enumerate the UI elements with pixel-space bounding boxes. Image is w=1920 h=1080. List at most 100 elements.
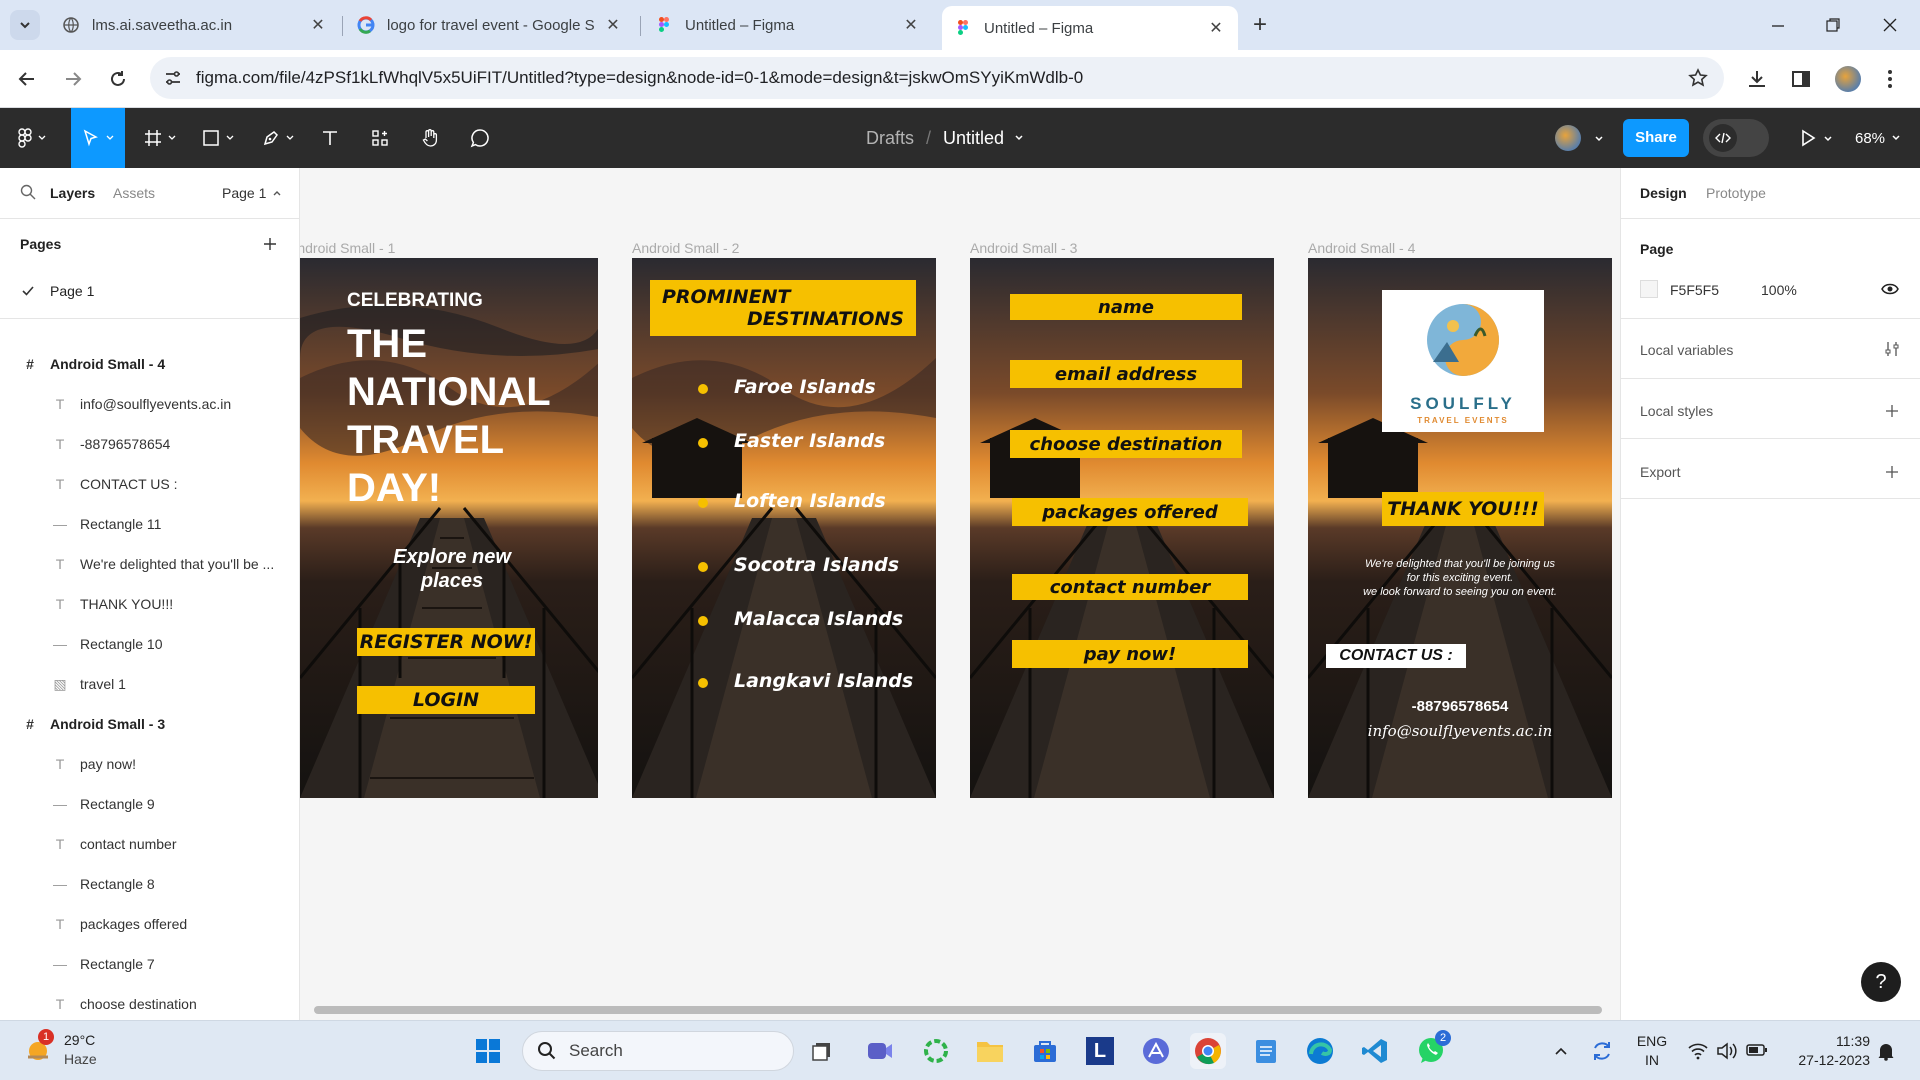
local-variables-label[interactable]: Local variables [1640,342,1733,358]
back-button[interactable] [12,64,42,94]
file-name[interactable]: Untitled [943,128,1004,149]
new-tab-button[interactable]: + [1245,10,1275,40]
layer-item[interactable]: Tchoose destination [0,984,299,1020]
task-view-icon[interactable] [804,1033,840,1069]
layer-item[interactable]: — Rectangle 7 [0,944,299,984]
headline-national[interactable]: NATIONAL [347,368,551,416]
teams-meet-icon[interactable] [862,1033,898,1069]
frame-android-small-4[interactable]: SOULFLY TRAVEL EVENTS THANK YOU!!! We're… [1308,258,1612,798]
restore-icon[interactable] [1825,17,1841,33]
layer-item[interactable]: Tpay now! [0,744,299,784]
headline-travel[interactable]: TRAVEL [347,416,504,464]
clock[interactable]: 11:39 27-12-2023 [1780,1032,1870,1070]
email-address[interactable]: info@soulflyevents.ac.in [1308,722,1612,740]
page-color-opacity[interactable]: 100% [1761,282,1797,298]
login-button[interactable]: LOGIN [357,686,535,714]
layer-item[interactable]: T We're delighted that you'll be ... [0,544,299,584]
celebrating-text[interactable]: CELEBRATING [347,290,483,312]
browser-tab-figma-active[interactable]: Untitled – Figma ✕ [942,6,1238,50]
local-styles-label[interactable]: Local styles [1640,403,1713,419]
notification-bell-icon[interactable] [1876,1041,1896,1061]
island-name[interactable]: Langkavi Islands [734,670,913,692]
wifi-icon[interactable] [1688,1041,1708,1061]
island-name[interactable]: Faroe Islands [734,376,876,398]
contact-us-label[interactable]: CONTACT US : [1326,644,1466,668]
browser-tab-lms[interactable]: lms.ai.saveetha.ac.in ✕ [50,8,340,42]
add-export-icon[interactable] [1884,464,1900,480]
chrome-icon[interactable] [1190,1033,1226,1069]
main-menu-button[interactable] [10,108,54,168]
page-color-hex[interactable]: F5F5F5 [1670,282,1719,298]
headline-day[interactable]: DAY! [347,464,441,512]
resources-tool-button[interactable] [362,108,398,168]
horizontal-scrollbar[interactable] [314,1006,1602,1014]
island-name[interactable]: Malacca Islands [734,608,903,630]
volume-icon[interactable] [1716,1041,1738,1061]
export-label[interactable]: Export [1640,464,1680,480]
layer-item[interactable]: Tinfo@soulflyevents.ac.in [0,384,299,424]
destinations-title-banner[interactable]: PROMINENT DESTINATIONS [650,280,916,336]
layer-item[interactable]: T -88796578654 [0,424,299,464]
search-icon[interactable] [20,184,36,200]
vpn-app-icon[interactable] [1138,1033,1174,1069]
text-tool-button[interactable] [312,108,348,168]
tray-overflow-chevron-icon[interactable] [1553,1043,1569,1059]
l-app-icon[interactable]: L [1082,1033,1118,1069]
comment-tool-button[interactable] [462,108,498,168]
field-email-address[interactable]: email address [1010,360,1242,388]
close-tab-icon[interactable]: ✕ [308,15,328,35]
page-item-page-1[interactable]: Page 1 [0,273,299,309]
help-button[interactable]: ? [1861,962,1901,1002]
hand-tool-button[interactable] [412,108,448,168]
browser-tab-google[interactable]: logo for travel event - Google S ✕ [345,8,635,42]
close-tab-icon[interactable]: ✕ [901,15,921,35]
layer-item[interactable]: — Rectangle 8 [0,864,299,904]
layer-item[interactable]: — Rectangle 11 [0,504,299,544]
frame-label[interactable]: Android Small - 2 [632,240,739,256]
tab-assets[interactable]: Assets [113,185,155,201]
add-style-icon[interactable] [1884,403,1900,419]
message-line-1[interactable]: We're delighted that you'll be joining u… [1308,558,1612,570]
file-explorer-icon[interactable] [972,1033,1008,1069]
site-settings-icon[interactable] [164,69,182,87]
url-input[interactable]: figma.com/file/4zPSf1kLfWhqlV5x5UiFIT/Un… [150,57,1724,99]
present-play-icon[interactable] [1799,129,1817,147]
layer-item[interactable]: — Rectangle 10 [0,624,299,664]
field-contact-number[interactable]: contact number [1012,574,1248,600]
message-line-3[interactable]: we look forward to seeing you on event. [1308,586,1612,598]
collaborator-avatar[interactable] [1555,125,1581,151]
layer-item[interactable]: T THANK YOU!!! [0,584,299,624]
bookmark-star-icon[interactable] [1688,68,1708,88]
island-name[interactable]: Loften Islands [734,490,886,512]
tab-prototype[interactable]: Prototype [1706,185,1766,201]
frame-label[interactable]: Android Small - 1 [300,240,395,256]
more-menu-icon[interactable] [1886,68,1894,90]
soulfly-logo[interactable]: SOULFLY TRAVEL EVENTS [1382,290,1544,432]
dev-mode-toggle[interactable] [1703,119,1769,157]
layer-item[interactable]: Tpackages offered [0,904,299,944]
reload-button[interactable] [103,64,133,94]
move-tool-button[interactable] [71,108,125,168]
frame-tool-button[interactable] [138,108,182,168]
island-name[interactable]: Socotra Islands [734,554,899,576]
share-button[interactable]: Share [1623,119,1689,157]
profile-avatar[interactable] [1835,66,1861,92]
phone-number[interactable]: -88796578654 [1308,698,1612,715]
notepad-icon[interactable] [1248,1033,1284,1069]
download-icon[interactable] [1746,68,1768,90]
places-text[interactable]: places [300,570,598,593]
sync-icon[interactable] [1590,1039,1614,1063]
weather-widget[interactable]: 1 29°C Haze [20,1029,130,1073]
field-choose-destination[interactable]: choose destination [1010,430,1242,458]
layer-item[interactable]: Tcontact number [0,824,299,864]
frame-android-small-2[interactable]: PROMINENT DESTINATIONS Faroe Islands East… [632,258,936,798]
vscode-icon[interactable] [1357,1033,1393,1069]
layer-frame[interactable]: # Android Small - 3 [0,704,299,744]
explore-text[interactable]: Explore new [300,546,598,569]
message-line-2[interactable]: for this exciting event. [1308,572,1612,584]
minimize-icon[interactable] [1770,18,1786,34]
chevron-down-icon[interactable] [1823,134,1833,144]
browser-tab-figma-1[interactable]: Untitled – Figma ✕ [643,8,933,42]
language-indicator[interactable]: ENG IN [1632,1032,1672,1070]
ring-app-icon[interactable] [918,1033,954,1069]
